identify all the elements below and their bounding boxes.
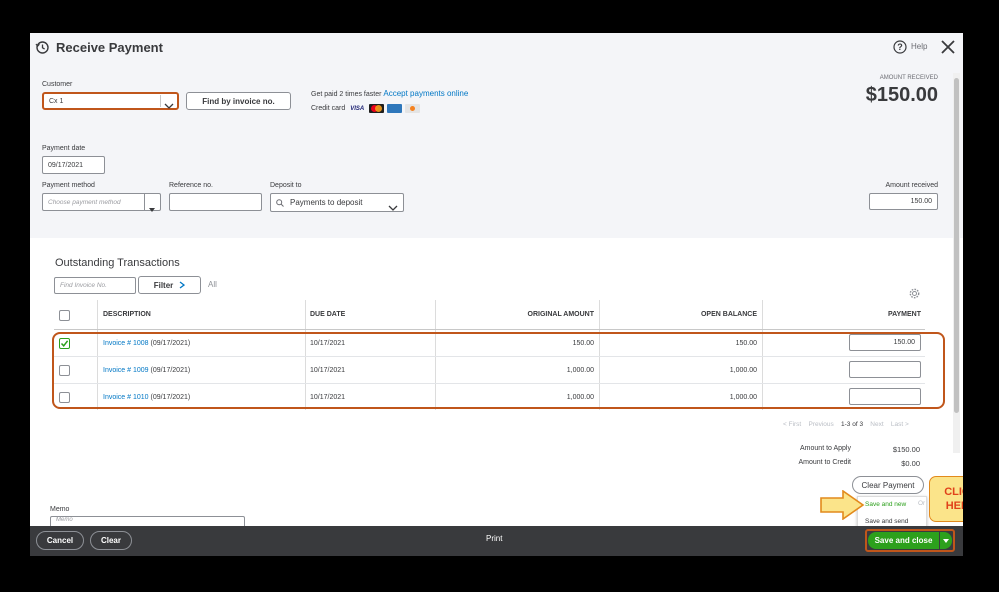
chevron-down-icon[interactable] [388, 199, 398, 211]
scrollbar-thumb[interactable] [954, 78, 959, 413]
deposit-to-select[interactable]: Payments to deposit [270, 193, 404, 212]
pagination-last[interactable]: Last > [891, 421, 909, 428]
svg-text:?: ? [897, 42, 903, 52]
cancel-button[interactable]: Cancel [36, 531, 84, 550]
menu-save-and-send[interactable]: Save and send [865, 518, 908, 525]
col-original-amount[interactable]: ORIGINAL AMOUNT [436, 311, 595, 318]
memo-label: Memo [50, 506, 70, 513]
menu-save-and-new[interactable]: Save and new [865, 501, 906, 508]
credit-card-label: Credit card [311, 105, 346, 112]
payment-date-label: Payment date [42, 145, 86, 152]
history-icon[interactable] [35, 40, 50, 55]
callout-text: CLICK HERE [944, 486, 963, 512]
amount-received-total: $150.00 [865, 84, 938, 106]
customer-value: Cx 1 [49, 97, 64, 105]
payment-method-placeholder: Choose payment method [48, 198, 121, 206]
reference-input[interactable] [169, 193, 262, 211]
mastercard-logo [369, 104, 385, 113]
find-by-invoice-button[interactable]: Find by invoice no. [186, 92, 291, 110]
deposit-to-label: Deposit to [270, 182, 302, 189]
rows-highlight-box [52, 332, 945, 409]
page-title: Receive Payment [56, 40, 163, 55]
payment-method-label: Payment method [42, 182, 95, 189]
amount-to-credit-value: $0.00 [901, 459, 920, 468]
filter-label: Filter [153, 280, 174, 290]
help-link[interactable]: Help [911, 42, 927, 51]
payment-date-input[interactable]: 09/17/2021 [42, 156, 105, 174]
clear-button[interactable]: Clear [90, 531, 132, 550]
outstanding-title: Outstanding Transactions [55, 257, 180, 269]
find-invoice-input[interactable]: Find Invoice No. [54, 277, 136, 294]
customer-select[interactable]: Cx 1 [42, 92, 179, 110]
deposit-to-value: Payments to deposit [290, 198, 363, 207]
discover-logo [405, 104, 421, 113]
select-all-checkbox[interactable] [59, 310, 70, 321]
caret-down-icon [943, 538, 949, 543]
promo-line: Get paid 2 times faster Accept payments … [311, 89, 468, 98]
filter-button[interactable]: Filter [138, 276, 201, 294]
amex-logo [387, 104, 403, 113]
search-icon [276, 198, 284, 207]
print-link[interactable]: Print [486, 534, 502, 543]
amount-received-label: AMOUNT RECEIVED [879, 75, 938, 81]
pagination-first[interactable]: < First [783, 421, 801, 428]
promo-text: Get paid 2 times faster [311, 91, 382, 98]
pagination: < First Previous 1-3 of 3 Next Last > [783, 421, 909, 428]
amount-to-apply-label: Amount to Apply [800, 445, 851, 452]
pagination-next[interactable]: Next [870, 421, 883, 428]
click-here-callout: CLICK HERE [929, 476, 963, 522]
col-open-balance[interactable]: OPEN BALANCE [600, 311, 757, 318]
footer-bar: Cancel Clear Print Save and close [30, 526, 963, 556]
arrow-annotation [819, 489, 865, 521]
col-description[interactable]: DESCRIPTION [103, 311, 151, 318]
receive-payment-window: Receive Payment ? Help Customer Cx 1 Fin… [30, 33, 963, 556]
amount-received-field-label: Amount received [885, 182, 938, 189]
col-due-date[interactable]: DUE DATE [310, 311, 345, 318]
select-divider [160, 95, 161, 107]
chevron-right-icon [179, 281, 186, 289]
reference-label: Reference no. [169, 182, 213, 189]
gear-icon[interactable] [909, 286, 920, 299]
customer-label: Customer [42, 81, 73, 88]
amount-received-input[interactable]: 150.00 [869, 193, 938, 210]
help-icon[interactable]: ? [893, 40, 907, 54]
menu-or-partial: Or [918, 500, 926, 507]
pagination-previous[interactable]: Previous [808, 421, 833, 428]
select-divider [144, 194, 145, 210]
col-payment[interactable]: PAYMENT [763, 311, 921, 318]
caret-down-icon[interactable] [149, 200, 155, 212]
close-icon[interactable] [940, 39, 956, 55]
amount-to-credit-label: Amount to Credit [798, 459, 851, 466]
accept-payments-link[interactable]: Accept payments online [383, 89, 468, 98]
filter-all-label: All [208, 280, 217, 289]
visa-logo: VISA [350, 105, 365, 112]
pagination-range: 1-3 of 3 [841, 421, 864, 428]
save-and-close-button[interactable]: Save and close [868, 532, 939, 549]
header-divider [54, 329, 925, 330]
amount-to-apply-value: $150.00 [892, 445, 920, 454]
credit-card-row: Credit card VISA [311, 104, 421, 113]
chevron-down-icon[interactable] [164, 97, 174, 109]
save-options-menu: Save and new Save and send [857, 496, 927, 529]
